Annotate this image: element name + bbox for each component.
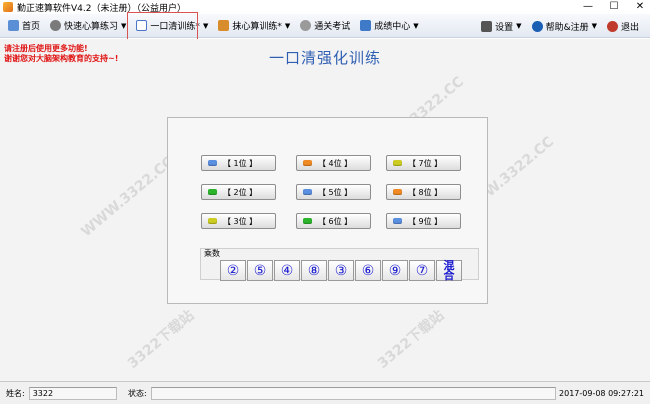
digit-4-label: 【 4位 】 — [318, 158, 353, 168]
digit-selection-panel: 【 1位 】 【 2位 】 【 3位 】 【 4位 】 【 5位 】 【 6位 … — [167, 117, 488, 304]
menu-exam[interactable]: 通关考试 — [297, 17, 353, 35]
digit-4-button[interactable]: 【 4位 】 — [296, 155, 371, 171]
multiplier-key-5[interactable]: ⑤ — [247, 260, 273, 281]
chevron-down-icon: ▼ — [413, 21, 419, 30]
abacus-icon — [218, 20, 230, 31]
multiplier-group: 乘数 ② ⑤ ④ ⑧ ③ ⑥ ⑨ ⑦ 混 合 — [200, 248, 479, 281]
led-indicator-icon — [393, 218, 402, 224]
status-state-value — [150, 387, 556, 400]
multiplier-mix-button[interactable]: 混 合 — [436, 260, 462, 281]
status-bar: 姓名: 3322 状态: 2017-09-08 09:27:21 — [0, 381, 650, 404]
multiplier-key-2[interactable]: ② — [220, 260, 246, 281]
help-icon — [531, 20, 543, 32]
digit-8-button[interactable]: 【 8位 】 — [386, 184, 461, 200]
digit-2-label: 【 2位 】 — [223, 187, 258, 197]
page-title: 一口清强化训练 — [268, 49, 381, 67]
digit-7-label: 【 7位 】 — [408, 158, 443, 168]
minimize-button[interactable]: — — [582, 1, 594, 13]
mix-label-line-2: 合 — [443, 268, 455, 282]
watermark: 3322下载站 — [124, 307, 198, 372]
digit-5-label: 【 5位 】 — [318, 187, 353, 197]
menu-abacus-training[interactable]: 抹心算训练* ▼ — [215, 17, 293, 35]
gear-icon — [300, 20, 312, 31]
multiplier-key-3[interactable]: ③ — [328, 260, 354, 281]
title-bar: 勤正速算软件V4.2（未注册）（公益用户） — ☐ ✕ — [0, 0, 650, 14]
chevron-down-icon: ▼ — [121, 21, 127, 30]
menu-right-group: 设置 ▼ 帮助&注册 ▼ 退出 — [478, 17, 646, 35]
chevron-down-icon: ▼ — [284, 21, 291, 30]
led-indicator-icon — [303, 218, 312, 224]
multiplier-key-9[interactable]: ⑨ — [382, 260, 408, 281]
menu-exit[interactable]: 退出 — [604, 17, 642, 35]
digit-1-button[interactable]: 【 1位 】 — [201, 155, 276, 171]
status-state-label: 状态: — [128, 389, 147, 398]
led-indicator-icon — [303, 160, 312, 166]
led-indicator-icon — [208, 218, 217, 224]
multiplier-label: 乘数 — [204, 249, 220, 258]
close-button[interactable]: ✕ — [634, 1, 646, 13]
menu-settings-label: 设置 — [495, 22, 514, 33]
chevron-down-icon: ▼ — [591, 22, 597, 30]
menu-abacus-training-label: 抹心算训练* — [232, 22, 282, 32]
menu-quick-mental-math-label: 快速心算练习 — [64, 22, 119, 32]
menu-bar: 首页 快速心算练习 ▼ 一口清训练* ▼ 抹心算训练* ▼ 通关考试 成绩中心 … — [0, 14, 650, 38]
multiplier-key-8[interactable]: ⑧ — [301, 260, 327, 281]
digit-9-label: 【 9位 】 — [408, 216, 443, 226]
led-indicator-icon — [303, 189, 312, 195]
exit-icon — [606, 20, 618, 32]
status-state-group: 状态: — [128, 387, 556, 400]
multiplier-key-4[interactable]: ④ — [274, 260, 300, 281]
chevron-down-icon: ▼ — [516, 22, 522, 30]
digit-6-button[interactable]: 【 6位 】 — [296, 213, 371, 229]
menu-help-register[interactable]: 帮助&注册 ▼ — [529, 17, 600, 35]
menu-home[interactable]: 首页 — [5, 17, 43, 35]
menu-home-label: 首页 — [22, 22, 41, 32]
menu-oral-training-label: 一口清训练* — [150, 22, 200, 32]
watermark: WWW.3322.CC — [78, 153, 177, 241]
digit-3-button[interactable]: 【 3位 】 — [201, 213, 276, 229]
maximize-button[interactable]: ☐ — [608, 1, 620, 13]
app-logo-icon — [3, 2, 13, 12]
menu-score-center[interactable]: 成绩中心 ▼ — [357, 17, 421, 35]
list-icon — [136, 20, 148, 31]
led-indicator-icon — [208, 160, 217, 166]
digit-6-label: 【 6位 】 — [318, 216, 353, 226]
main-area: 请注册后使用更多功能! 谢谢您对大脑架构教育的支持~! 一口清强化训练 WWW.… — [0, 39, 650, 381]
menu-quick-mental-math[interactable]: 快速心算练习 ▼ — [47, 17, 129, 35]
digit-5-button[interactable]: 【 5位 】 — [296, 184, 371, 200]
window-title: 勤正速算软件V4.2（未注册）（公益用户） — [17, 3, 186, 14]
menu-help-register-label: 帮助&注册 — [545, 22, 589, 33]
digit-1-label: 【 1位 】 — [223, 158, 258, 168]
status-name-value: 3322 — [28, 387, 117, 400]
digit-9-button[interactable]: 【 9位 】 — [386, 213, 461, 229]
led-indicator-icon — [393, 160, 402, 166]
menu-oral-training[interactable]: 一口清训练* ▼ — [133, 17, 211, 35]
chart-icon — [360, 20, 372, 31]
multiplier-key-6[interactable]: ⑥ — [355, 260, 381, 281]
led-indicator-icon — [208, 189, 217, 195]
home-icon — [8, 20, 19, 31]
menu-settings[interactable]: 设置 ▼ — [478, 17, 524, 35]
status-name-label: 姓名: — [6, 389, 25, 398]
digit-3-label: 【 3位 】 — [223, 216, 258, 226]
led-indicator-icon — [393, 189, 402, 195]
menu-exit-label: 退出 — [620, 22, 639, 33]
digit-2-button[interactable]: 【 2位 】 — [201, 184, 276, 200]
multiplier-key-7[interactable]: ⑦ — [409, 260, 435, 281]
gear-icon — [50, 20, 62, 31]
settings-icon — [481, 20, 493, 32]
chevron-down-icon: ▼ — [202, 21, 209, 30]
multiplier-keys: ② ⑤ ④ ⑧ ③ ⑥ ⑨ ⑦ 混 合 — [220, 260, 463, 281]
window-controls: — ☐ ✕ — [582, 0, 646, 14]
menu-exam-label: 通关考试 — [314, 22, 351, 32]
status-datetime: 2017-09-08 09:27:21 — [559, 389, 644, 398]
digit-8-label: 【 8位 】 — [408, 187, 443, 197]
watermark: 3322下载站 — [374, 307, 448, 372]
menu-score-center-label: 成绩中心 — [374, 22, 411, 32]
digit-7-button[interactable]: 【 7位 】 — [386, 155, 461, 171]
status-name-group: 姓名: 3322 — [6, 387, 117, 400]
